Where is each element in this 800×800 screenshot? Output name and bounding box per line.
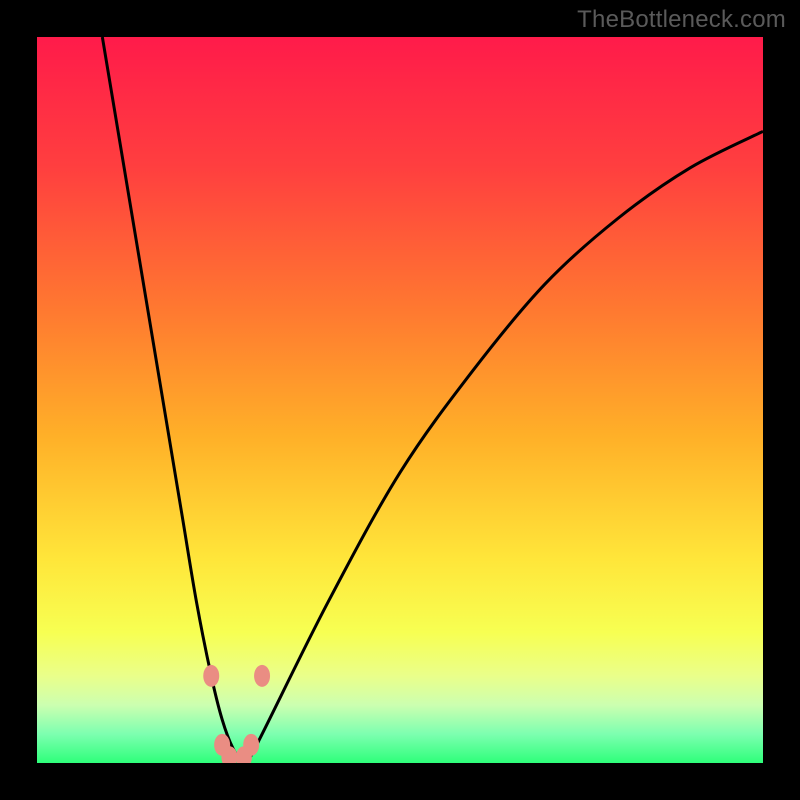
curve-marker	[254, 665, 270, 687]
chart-frame: TheBottleneck.com	[0, 0, 800, 800]
watermark-text: TheBottleneck.com	[577, 6, 786, 34]
curve-path	[102, 37, 763, 763]
curve-marker	[203, 665, 219, 687]
bottleneck-curve	[37, 37, 763, 763]
plot-area	[37, 37, 763, 763]
curve-markers	[203, 665, 270, 763]
